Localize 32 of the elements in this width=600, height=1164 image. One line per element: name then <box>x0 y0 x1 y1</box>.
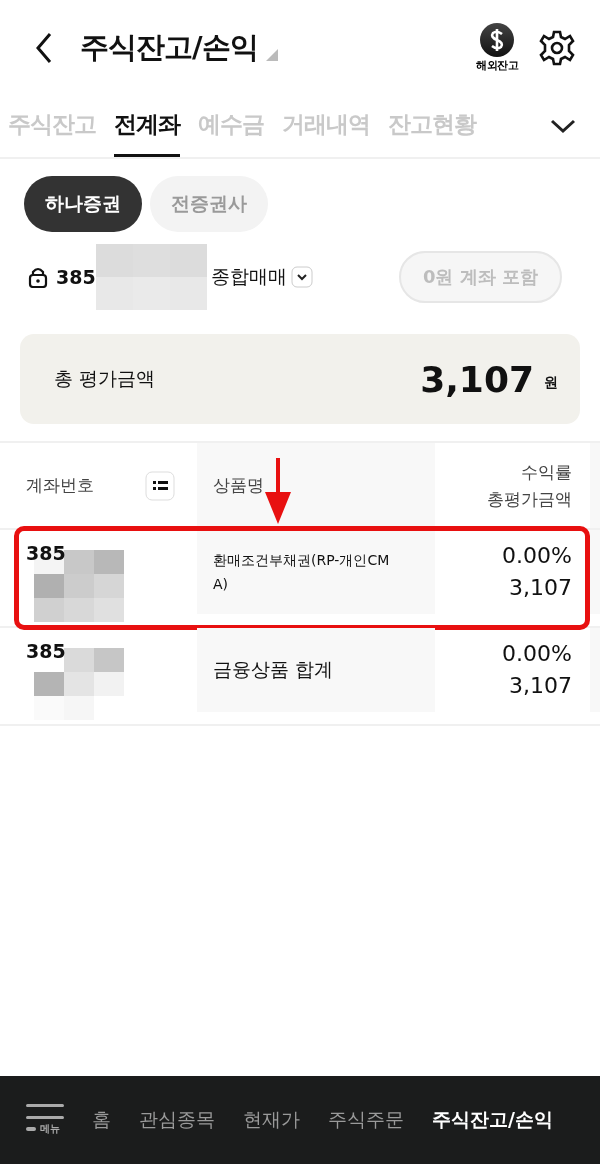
nav-item[interactable]: 홈 <box>92 1107 111 1133</box>
nav-item[interactable]: 주식잔고/손익 <box>432 1107 553 1133</box>
account-number: 385 <box>56 266 96 288</box>
column-header: 상품명 <box>213 474 264 497</box>
column-header: 계좌번호 <box>26 474 94 497</box>
list-icon[interactable] <box>145 470 175 501</box>
total-value-label: 총 평가금액 <box>54 366 156 391</box>
total-value-amount: 3,107 <box>420 358 534 400</box>
annotation-arrow <box>263 458 293 524</box>
back-icon[interactable] <box>34 30 54 65</box>
nav-item[interactable]: 관심종목 <box>139 1107 215 1133</box>
return-rate: 0.00% <box>502 542 572 570</box>
chevron-down-icon[interactable] <box>550 118 576 134</box>
column-header: 수익률 총평가금액 <box>487 460 572 511</box>
return-rate: 0.00% <box>502 640 572 668</box>
dropdown-icon[interactable] <box>290 266 313 288</box>
product-name: 금융상품 합계 <box>213 657 334 682</box>
account-number: 385 <box>26 542 66 564</box>
nav-item[interactable]: 주식주문 <box>328 1107 404 1133</box>
currency-unit: 원 <box>544 374 558 392</box>
nav-item[interactable]: 현재가 <box>243 1107 300 1133</box>
menu-button[interactable]: 메뉴 <box>26 1104 64 1136</box>
screen-title: 주식잔고/손익 <box>80 28 258 66</box>
product-name: 환매조건부채권(RP-개인CMA) <box>213 551 391 594</box>
filter-chip[interactable]: 하나증권 <box>24 176 142 232</box>
account-number: 385 <box>26 640 66 662</box>
tab[interactable]: 전계좌 <box>114 95 180 157</box>
account-type: 종합매매 <box>210 264 287 289</box>
valuation-amount: 3,107 <box>509 672 572 700</box>
valuation-amount: 3,107 <box>509 574 572 602</box>
lock-icon <box>28 266 48 288</box>
settings-icon[interactable] <box>538 28 576 67</box>
